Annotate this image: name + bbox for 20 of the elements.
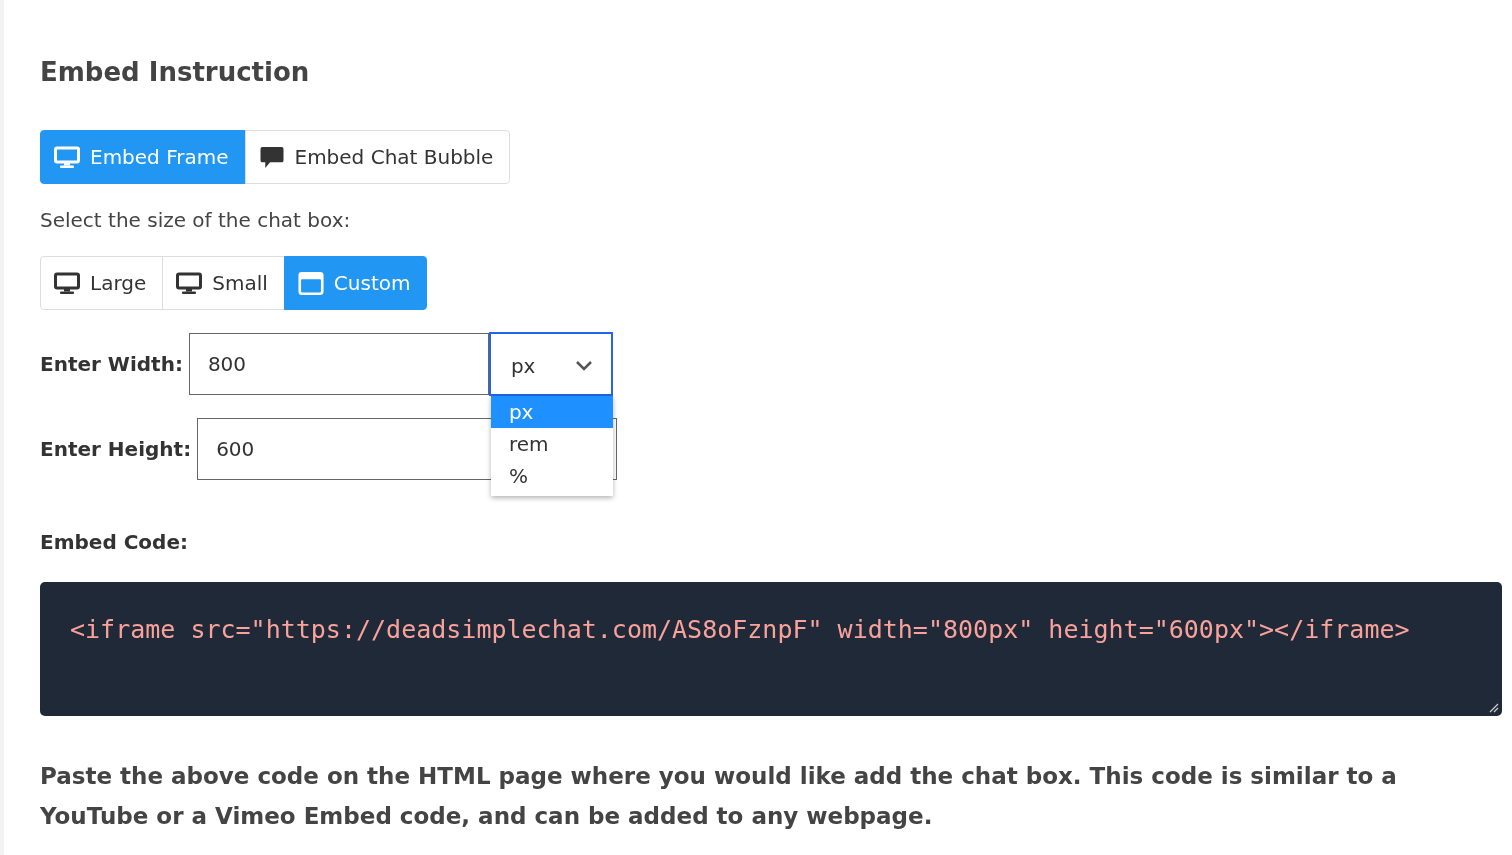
width-input[interactable]: 800 — [188, 333, 489, 395]
window-icon — [297, 271, 324, 295]
instruction-paragraph: Paste the above code on the HTML page where you would like add the chat box. This code is similar to a YouTube or a Vimeo Embed code, and can be added to any webpage. — [40, 762, 1398, 831]
monitor-icon — [54, 145, 80, 169]
size-option-button[interactable]: Small — [162, 256, 285, 310]
resize-grip-icon — [1489, 703, 1499, 713]
size-option-button[interactable]: Large — [40, 256, 164, 310]
embed-type-tab[interactable]: Embed Chat Bubble — [244, 130, 511, 184]
unit-select[interactable]: px — [488, 332, 613, 396]
chevron-down-icon — [574, 360, 593, 372]
code-textarea[interactable]: <iframe src="https://deadsimplechat.com/AS8oFznpF" width="800px" height="600px"></iframe> — [40, 582, 1502, 716]
embed-code-label: Embed Code: — [40, 530, 189, 554]
height-label: Enter Height: — [40, 437, 192, 461]
chat-bubble-icon — [258, 145, 285, 169]
unit-option[interactable]: rem — [490, 428, 613, 460]
monitor-icon — [176, 271, 203, 295]
width-label: Enter Width: — [40, 352, 183, 376]
size-prompt: Select the size of the chat box: — [40, 208, 352, 232]
monitor-icon — [54, 271, 80, 295]
section-heading: Embed Instruction — [40, 56, 311, 89]
